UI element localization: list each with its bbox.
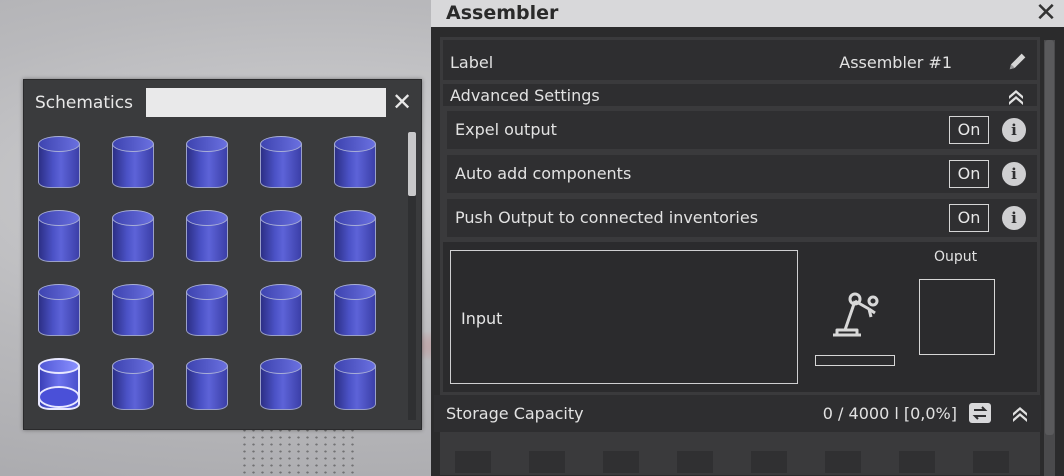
advanced-settings-label: Advanced Settings: [450, 86, 600, 105]
schematics-close-icon[interactable]: ✕: [390, 90, 414, 114]
assembler-window: Assembler ✕ Label Assembler #1 Advanced …: [431, 0, 1064, 476]
setting-expel-output: Expel output On i: [447, 111, 1037, 149]
cylinder-part-icon: [38, 210, 80, 264]
info-icon[interactable]: i: [1002, 118, 1026, 142]
schematic-item[interactable]: [330, 280, 380, 344]
storage-slot[interactable]: [603, 451, 639, 473]
storage-slot[interactable]: [973, 451, 1009, 473]
setting-label: Push Output to connected inventories: [455, 208, 759, 227]
schematics-panel: Schematics ✕: [23, 79, 422, 430]
sort-icon[interactable]: [969, 403, 991, 423]
storage-slot[interactable]: [455, 451, 491, 473]
edit-pencil-icon[interactable]: [1007, 50, 1029, 72]
schematic-item[interactable]: [108, 280, 158, 344]
schematics-scrollbar[interactable]: [408, 132, 416, 420]
cylinder-part-icon: [334, 284, 376, 338]
assembly-progress-bar: [815, 355, 895, 366]
input-slot-area[interactable]: Input: [450, 250, 798, 384]
storage-slot[interactable]: [899, 451, 935, 473]
schematics-search-input[interactable]: [146, 88, 386, 117]
cylinder-part-icon: [112, 210, 154, 264]
assembler-scrollbar[interactable]: [1044, 40, 1055, 476]
cylinder-part-icon: [334, 210, 376, 264]
schematic-item[interactable]: [182, 132, 232, 196]
auto-add-components-toggle[interactable]: On: [949, 160, 989, 188]
assembler-title: Assembler: [446, 2, 559, 24]
assembler-scrollbar-thumb[interactable]: [1045, 40, 1054, 435]
cylinder-part-icon: [334, 136, 376, 190]
setting-label: Expel output: [455, 120, 557, 139]
schematic-item[interactable]: [256, 354, 306, 418]
cylinder-part-icon: [38, 284, 80, 338]
setting-push-output: Push Output to connected inventories On …: [447, 199, 1037, 237]
output-label: Ouput: [934, 249, 978, 265]
expel-output-toggle[interactable]: On: [949, 116, 989, 144]
storage-slot[interactable]: [751, 451, 787, 473]
input-label: Input: [461, 309, 503, 328]
assembler-close-icon[interactable]: ✕: [1032, 0, 1060, 27]
schematic-item[interactable]: [330, 206, 380, 270]
cylinder-part-icon: [112, 136, 154, 190]
storage-slots: [443, 443, 1037, 475]
label-row: Label Assembler #1: [443, 40, 1037, 80]
schematic-item[interactable]: [256, 132, 306, 196]
cylinder-part-icon: [186, 210, 228, 264]
info-icon[interactable]: i: [1002, 162, 1026, 186]
cylinder-part-icon: [186, 284, 228, 338]
schematics-scrollbar-thumb[interactable]: [408, 132, 416, 196]
assembler-content: Label Assembler #1 Advanced Settings Exp…: [434, 37, 1041, 475]
output-slot[interactable]: [919, 279, 995, 355]
assembler-titlebar: Assembler ✕: [431, 0, 1064, 27]
push-output-toggle[interactable]: On: [949, 204, 989, 232]
schematic-item[interactable]: [108, 132, 158, 196]
storage-slot[interactable]: [529, 451, 565, 473]
storage-capacity-label: Storage Capacity: [446, 404, 584, 423]
storage-capacity-value: 0 / 4000 l [0,0%]: [822, 404, 957, 423]
storage-collapse-icon[interactable]: [1011, 404, 1029, 422]
robot-arm-icon: [833, 292, 879, 337]
label-row-label: Label: [450, 53, 494, 72]
schematic-item[interactable]: [182, 206, 232, 270]
schematic-item[interactable]: [330, 132, 380, 196]
cylinder-part-icon: [260, 210, 302, 264]
storage-capacity-row: Storage Capacity 0 / 4000 l [0,0%]: [434, 395, 1041, 432]
schematic-item[interactable]: [34, 280, 84, 344]
schematic-item[interactable]: [108, 354, 158, 418]
cylinder-part-icon: [260, 358, 302, 412]
schematic-item[interactable]: [182, 354, 232, 418]
info-icon[interactable]: i: [1002, 206, 1026, 230]
cylinder-part-icon: [260, 284, 302, 338]
schematic-item[interactable]: [182, 280, 232, 344]
schematic-item[interactable]: [256, 280, 306, 344]
storage-slot[interactable]: [677, 451, 713, 473]
schematic-item[interactable]: [34, 206, 84, 270]
advanced-settings-header[interactable]: Advanced Settings: [443, 84, 1037, 106]
schematics-header: Schematics ✕: [24, 80, 421, 126]
schematic-item[interactable]: [330, 354, 380, 418]
cylinder-part-icon: [186, 358, 228, 412]
collapse-chevrons-icon[interactable]: [1007, 87, 1025, 105]
io-area: Input Ouput: [443, 242, 1037, 392]
schematic-item[interactable]: [34, 132, 84, 196]
schematics-title: Schematics: [35, 93, 133, 113]
schematic-item[interactable]: [108, 206, 158, 270]
cylinder-part-icon: [112, 284, 154, 338]
cylinder-part-icon: [334, 358, 376, 412]
setting-label: Auto add components: [455, 164, 632, 183]
cylinder-part-icon: [38, 136, 80, 190]
label-row-value: Assembler #1: [839, 53, 952, 72]
schematic-item[interactable]: [34, 354, 84, 418]
cylinder-part-icon: [112, 358, 154, 412]
schematic-item[interactable]: [256, 206, 306, 270]
cylinder-part-icon: [260, 136, 302, 190]
setting-auto-add-components: Auto add components On i: [447, 155, 1037, 193]
cylinder-part-icon: [186, 136, 228, 190]
cylinder-part-icon: [38, 358, 80, 412]
storage-slot[interactable]: [825, 451, 861, 473]
